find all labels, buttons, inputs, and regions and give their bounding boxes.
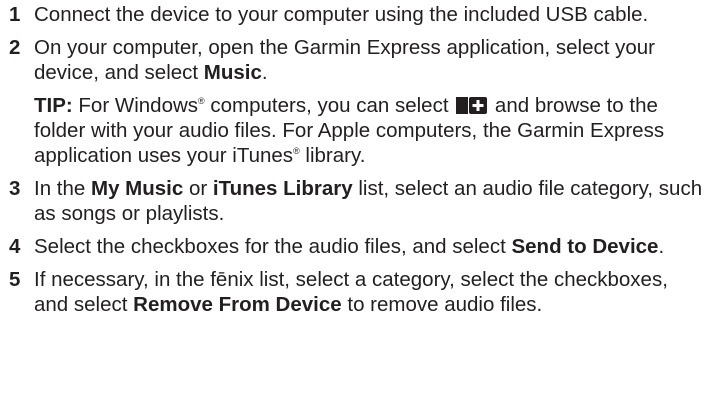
ui-term-music: Music [203, 61, 262, 84]
add-folder-icon [456, 97, 488, 114]
ui-term-itunes-library: iTunes Library [212, 177, 353, 200]
registered-mark: ® [293, 146, 300, 156]
step-text: Connect the device to your computer usin… [34, 3, 649, 26]
step-text: In the My Music or iTunes Library list, … [34, 177, 703, 225]
instructions-document: 1 Connect the device to your computer us… [0, 0, 708, 418]
tip-paragraph: TIP: For Windows® computers, you can sel… [34, 94, 665, 167]
ui-term-send-to-device: Send to Device [511, 235, 659, 258]
step-number: 3 [9, 177, 21, 200]
step-number: 2 [9, 36, 21, 59]
step-4: 4 Select the checkboxes for the audio fi… [0, 234, 708, 259]
step-1: 1 Connect the device to your computer us… [0, 2, 708, 27]
step-text: On your computer, open the Garmin Expres… [34, 36, 656, 84]
step-text: If necessary, in the fēnix list, select … [34, 268, 668, 316]
tip-label: TIP: [34, 94, 73, 117]
step-number: 5 [9, 268, 21, 291]
step-5: 5 If necessary, in the fēnix list, selec… [0, 267, 708, 317]
step-text: Select the checkboxes for the audio file… [34, 235, 665, 258]
step-number: 4 [9, 235, 21, 258]
registered-mark: ® [198, 96, 205, 106]
ui-term-remove-from-device: Remove From Device [133, 293, 342, 316]
ui-term-my-music: My Music [91, 177, 184, 200]
step-number: 1 [9, 3, 21, 26]
step-2: 2 On your computer, open the Garmin Expr… [0, 35, 708, 85]
step-3: 3 In the My Music or iTunes Library list… [0, 176, 708, 226]
